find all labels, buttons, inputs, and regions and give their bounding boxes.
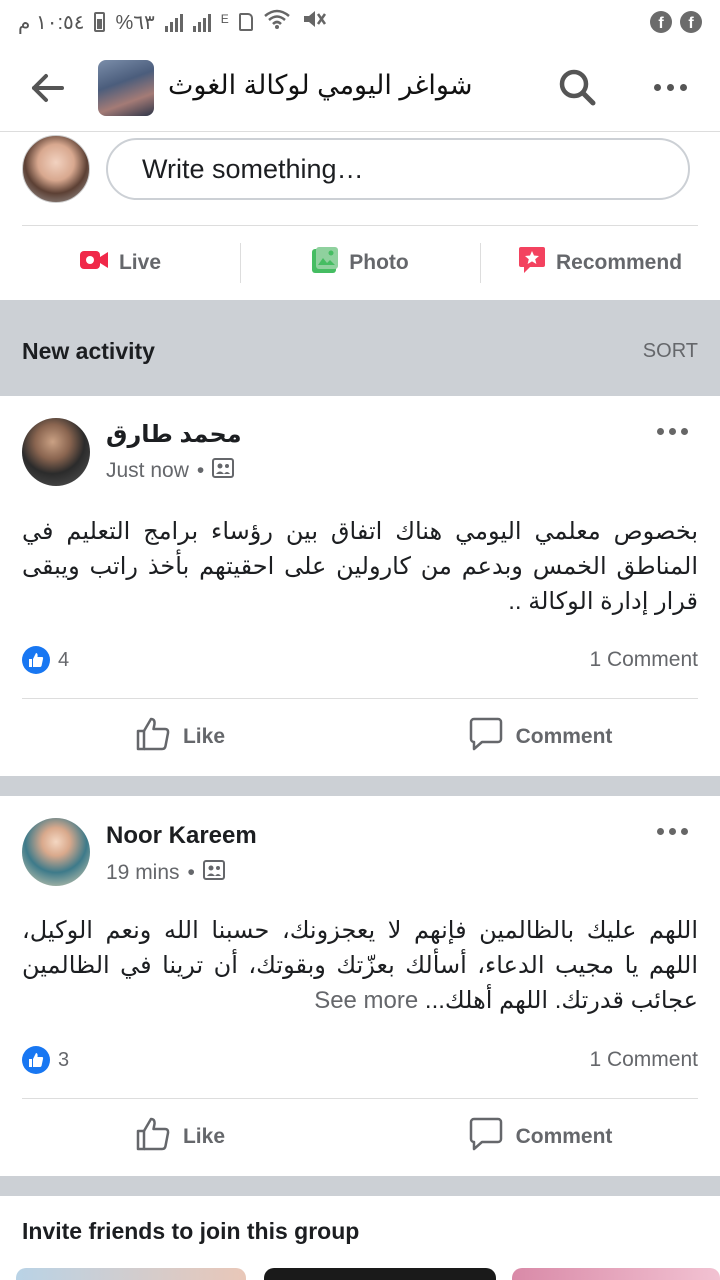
composer-actions: Live Photo Recommend (0, 226, 720, 300)
photo-label: Photo (349, 251, 409, 274)
like-label: Like (182, 725, 226, 748)
post-actions: Like Comment (0, 699, 720, 775)
recommend-star-icon (518, 245, 546, 281)
separator-dot: • (196, 459, 205, 482)
mute-icon (301, 8, 327, 36)
post-options-icon[interactable] (657, 428, 688, 435)
sort-button[interactable]: SORT (643, 340, 698, 363)
photo-icon (311, 246, 339, 280)
author-name[interactable]: Noor Kareem (106, 822, 257, 850)
group-members-icon (212, 458, 235, 484)
new-activity-header: New activity SORT (0, 300, 720, 396)
post-actions: Like Comment (0, 1099, 720, 1175)
friend-suggestion-card[interactable] (264, 1268, 496, 1280)
like-reaction-icon (22, 646, 50, 674)
recommend-label: Recommend (555, 251, 683, 274)
post-card: محمد طارق Just now • بخصوص معلمي اليومي … (0, 396, 720, 776)
reaction-summary[interactable]: 4 (22, 646, 69, 674)
comment-count[interactable]: 1 Comment (589, 648, 698, 672)
post-text: بخصوص معلمي اليومي هناك اتفاق بين رؤساء … (22, 518, 699, 615)
comment-label: Comment (515, 1125, 613, 1148)
friend-suggestion-card[interactable] (512, 1268, 720, 1280)
see-more-link[interactable]: See more (314, 987, 418, 1014)
like-button[interactable]: Like (0, 699, 360, 775)
group-members-icon (202, 860, 225, 886)
post-body: بخصوص معلمي اليومي هناك اتفاق بين رؤساء … (22, 514, 698, 619)
thumbs-up-icon (135, 1116, 171, 1158)
post-body: اللهم عليك بالظالمين فإنهم لا يعجزونك، ح… (22, 913, 698, 1018)
post-time[interactable]: Just now (106, 459, 189, 483)
signal-icon (164, 12, 183, 32)
back-arrow-icon[interactable] (30, 72, 66, 104)
author-avatar[interactable] (22, 418, 90, 486)
comment-button[interactable]: Comment (360, 1099, 720, 1175)
network-type: E (220, 12, 229, 26)
status-left: ١٠:٥٤ م %٦٣ E (18, 8, 327, 36)
thumbs-up-icon (135, 716, 171, 758)
app-header: شواغر اليومي لوكالة الغوث (0, 44, 720, 132)
like-count: 3 (58, 1048, 70, 1071)
post-card: Noor Kareem 19 mins • اللهم عليك بالظالم… (0, 796, 720, 1176)
post-options-icon[interactable] (657, 828, 688, 835)
comment-bubble-icon (468, 1116, 504, 1158)
signal-icon-2 (192, 12, 211, 32)
comment-label: Comment (515, 725, 613, 748)
photo-button[interactable]: Photo (240, 226, 480, 300)
facebook-notification-icon-2: f (680, 11, 702, 33)
recommend-button[interactable]: Recommend (480, 226, 720, 300)
sim-icon (238, 13, 253, 31)
section-title: New activity (22, 338, 155, 364)
user-avatar[interactable] (22, 135, 90, 203)
facebook-notification-icon: f (650, 11, 672, 33)
separator-dot: • (187, 861, 195, 884)
comment-button[interactable]: Comment (360, 699, 720, 775)
wifi-icon (263, 8, 291, 36)
search-icon[interactable] (558, 68, 598, 108)
reaction-summary[interactable]: 3 (22, 1046, 69, 1074)
like-label: Like (182, 1125, 226, 1148)
battery-percent: %٦٣ (115, 11, 155, 34)
comment-bubble-icon (468, 716, 504, 758)
status-time: ١٠:٥٤ م (18, 11, 85, 34)
live-label: Live (118, 251, 162, 274)
status-bar: ١٠:٥٤ م %٦٣ E f f (0, 0, 720, 44)
comment-count[interactable]: 1 Comment (589, 1048, 698, 1072)
more-options-icon[interactable] (654, 84, 687, 91)
post-meta: 19 mins • (106, 860, 225, 886)
battery-icon (94, 12, 106, 32)
group-cover-thumbnail[interactable] (98, 60, 154, 116)
author-name[interactable]: محمد طارق (106, 420, 242, 449)
live-button[interactable]: Live (0, 226, 240, 300)
like-button[interactable]: Like (0, 1099, 360, 1175)
live-video-icon (79, 249, 109, 277)
post-time[interactable]: 19 mins (106, 861, 180, 885)
section-separator (0, 1176, 720, 1196)
author-avatar[interactable] (22, 818, 90, 886)
group-title[interactable]: شواغر اليومي لوكالة الغوث (168, 70, 472, 101)
like-count: 4 (58, 648, 70, 671)
section-separator (0, 776, 720, 796)
invite-section-title: Invite friends to join this group (22, 1218, 360, 1244)
like-reaction-icon (22, 1046, 50, 1074)
status-right: f f (650, 11, 702, 33)
friend-suggestion-card[interactable] (16, 1268, 246, 1280)
composer-input[interactable]: Write something… (106, 138, 690, 200)
post-meta: Just now • (106, 458, 235, 484)
